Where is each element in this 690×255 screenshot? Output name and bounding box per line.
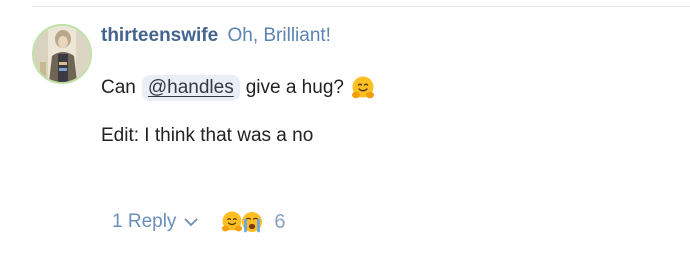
- hugging-face-emoji: [351, 76, 374, 99]
- post-text: Can: [101, 77, 136, 98]
- post-line-2: Edit: I think that was a no: [101, 120, 661, 152]
- chevron-down-icon: [185, 218, 198, 226]
- avatar[interactable]: [32, 24, 92, 84]
- post-footer: 1 Reply 6: [112, 206, 286, 238]
- divider: [32, 6, 690, 7]
- reaction-count: 6: [274, 210, 286, 233]
- post-text: give a hug?: [245, 77, 344, 98]
- post-page: thirteenswife Oh, Brilliant! Can @handle…: [0, 0, 690, 255]
- post-body: Can @handles give a hug? Edit: I think t…: [101, 72, 661, 152]
- user-title: Oh, Brilliant!: [227, 25, 331, 46]
- replies-label: 1 Reply: [112, 211, 177, 232]
- avatar-image: [34, 26, 90, 82]
- username-link[interactable]: thirteenswife: [101, 25, 218, 46]
- post-text: Edit: I think that was a no: [101, 125, 314, 146]
- mention-link[interactable]: @handles: [141, 75, 240, 101]
- post-line-1: Can @handles give a hug?: [101, 72, 661, 104]
- reactions-button[interactable]: 6: [220, 210, 286, 234]
- crying-face-emoji: [242, 212, 263, 233]
- replies-toggle-button[interactable]: 1 Reply: [112, 211, 198, 233]
- post-header: thirteenswife Oh, Brilliant!: [101, 24, 331, 48]
